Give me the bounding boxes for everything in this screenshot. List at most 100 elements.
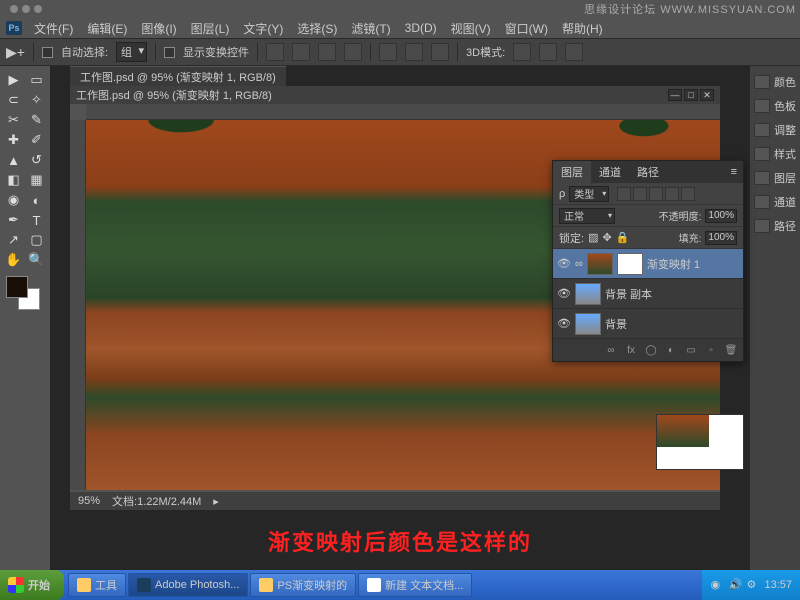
link-icon[interactable]: ∞	[575, 258, 583, 270]
adjustment-icon[interactable]: ◐	[663, 343, 679, 357]
auto-select-checkbox[interactable]	[42, 47, 53, 58]
navigator-thumb[interactable]	[656, 414, 744, 470]
panel-color[interactable]: 颜色	[752, 70, 798, 94]
filter-type-icon[interactable]	[649, 187, 663, 201]
align-icon[interactable]	[318, 43, 336, 61]
layer-row[interactable]: 👁 ∞ 渐变映射 1	[553, 249, 743, 279]
menu-help[interactable]: 帮助(H)	[556, 18, 609, 39]
gradient-tool[interactable]: ▦	[25, 170, 48, 190]
lock-all-icon[interactable]: 🔒	[616, 231, 630, 244]
3d-icon[interactable]	[513, 43, 531, 61]
distribute-icon[interactable]	[405, 43, 423, 61]
visibility-icon[interactable]: 👁	[557, 287, 571, 300]
status-arrow-icon[interactable]: ▸	[213, 495, 219, 508]
tray-icon[interactable]: ◉	[710, 578, 724, 592]
layer-name[interactable]: 背景	[605, 316, 627, 332]
visibility-icon[interactable]: 👁	[557, 317, 571, 330]
layer-row[interactable]: 👁 背景	[553, 309, 743, 339]
filter-pixel-icon[interactable]	[617, 187, 631, 201]
blend-mode-dropdown[interactable]: 正常	[559, 208, 615, 224]
filter-kind-icon[interactable]: ρ	[559, 188, 565, 200]
tray-icon[interactable]: 🔊	[728, 578, 742, 592]
path-tool[interactable]: ↗	[2, 230, 25, 250]
opacity-value[interactable]: 100%	[705, 209, 737, 223]
panel-adjustments[interactable]: 调整	[752, 118, 798, 142]
lock-position-icon[interactable]: ✥	[602, 231, 611, 244]
new-layer-icon[interactable]: ▫	[703, 343, 719, 357]
window-controls[interactable]	[10, 5, 42, 13]
zoom-tool[interactable]: 🔍	[25, 250, 48, 270]
taskbar-item[interactable]: 工具	[68, 573, 126, 597]
shape-tool[interactable]: ▢	[25, 230, 48, 250]
tray-icon[interactable]: ⚙	[746, 578, 760, 592]
layer-thumb[interactable]	[587, 253, 613, 275]
layer-name[interactable]: 渐变映射 1	[647, 256, 700, 272]
menu-window[interactable]: 窗口(W)	[499, 18, 554, 39]
taskbar-item[interactable]: PS渐变映射的	[250, 573, 356, 597]
stamp-tool[interactable]: ▲	[2, 150, 25, 170]
auto-select-dropdown[interactable]: 组	[116, 42, 147, 62]
blur-tool[interactable]: ◉	[2, 190, 25, 210]
fill-value[interactable]: 100%	[705, 231, 737, 245]
clock[interactable]: 13:57	[764, 579, 792, 591]
tab-layers[interactable]: 图层	[553, 161, 591, 183]
link-layers-icon[interactable]: ∞	[603, 343, 619, 357]
tab-channels[interactable]: 通道	[591, 161, 629, 183]
tab-paths[interactable]: 路径	[629, 161, 667, 183]
menu-layer[interactable]: 图层(L)	[185, 18, 236, 39]
maximize-icon[interactable]: □	[684, 89, 698, 101]
layer-mask[interactable]	[617, 253, 643, 275]
align-icon[interactable]	[344, 43, 362, 61]
menu-file[interactable]: 文件(F)	[28, 18, 79, 39]
start-button[interactable]: 开始	[0, 570, 64, 600]
filter-adjust-icon[interactable]	[633, 187, 647, 201]
mask-icon[interactable]: ◯	[643, 343, 659, 357]
color-swatch[interactable]	[6, 276, 40, 310]
move-tool[interactable]: ▶	[2, 70, 25, 90]
close-icon[interactable]: ✕	[700, 89, 714, 101]
layer-name[interactable]: 背景 副本	[605, 286, 652, 302]
pen-tool[interactable]: ✒	[2, 210, 25, 230]
taskbar-item[interactable]: 新建 文本文档...	[358, 573, 472, 597]
menu-select[interactable]: 选择(S)	[291, 18, 343, 39]
marquee-tool[interactable]: ▭	[25, 70, 48, 90]
distribute-icon[interactable]	[431, 43, 449, 61]
minimize-icon[interactable]: —	[668, 89, 682, 101]
lock-pixels-icon[interactable]: ▨	[588, 231, 598, 244]
menu-view[interactable]: 视图(V)	[445, 18, 497, 39]
zoom-level[interactable]: 95%	[78, 495, 100, 507]
delete-icon[interactable]: 🗑	[723, 343, 739, 357]
fx-icon[interactable]: fx	[623, 343, 639, 357]
align-icon[interactable]	[292, 43, 310, 61]
document-tab[interactable]: 工作图.psd @ 95% (渐变映射 1, RGB/8)	[70, 66, 286, 86]
group-icon[interactable]: ▭	[683, 343, 699, 357]
brush-tool[interactable]: ✐	[25, 130, 48, 150]
distribute-icon[interactable]	[379, 43, 397, 61]
align-icon[interactable]	[266, 43, 284, 61]
menu-type[interactable]: 文字(Y)	[237, 18, 289, 39]
eraser-tool[interactable]: ◧	[2, 170, 25, 190]
3d-icon[interactable]	[565, 43, 583, 61]
panel-styles[interactable]: 样式	[752, 142, 798, 166]
layer-thumb[interactable]	[575, 313, 601, 335]
taskbar-item[interactable]: Adobe Photosh...	[128, 573, 248, 597]
panel-channels[interactable]: 通道	[752, 190, 798, 214]
menu-filter[interactable]: 滤镜(T)	[345, 18, 396, 39]
wand-tool[interactable]: ✧	[25, 90, 48, 110]
crop-tool[interactable]: ✂	[2, 110, 25, 130]
visibility-icon[interactable]: 👁	[557, 257, 571, 270]
hand-tool[interactable]: ✋	[2, 250, 25, 270]
3d-icon[interactable]	[539, 43, 557, 61]
menu-image[interactable]: 图像(I)	[135, 18, 182, 39]
system-tray[interactable]: ◉ 🔊 ⚙ 13:57	[702, 570, 800, 600]
heal-tool[interactable]: ✚	[2, 130, 25, 150]
eyedropper-tool[interactable]: ✎	[25, 110, 48, 130]
panel-menu-icon[interactable]: ≡	[725, 166, 743, 178]
menu-3d[interactable]: 3D(D)	[399, 19, 443, 37]
panel-layers[interactable]: 图层	[752, 166, 798, 190]
menu-edit[interactable]: 编辑(E)	[81, 18, 133, 39]
layer-row[interactable]: 👁 背景 副本	[553, 279, 743, 309]
filter-smart-icon[interactable]	[681, 187, 695, 201]
filter-kind-dropdown[interactable]: 类型	[569, 186, 609, 202]
lasso-tool[interactable]: ⊂	[2, 90, 25, 110]
